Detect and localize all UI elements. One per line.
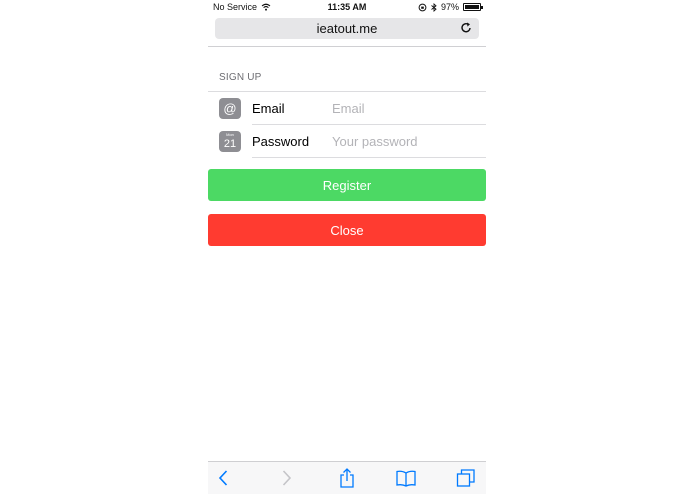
register-button[interactable]: Register [208, 169, 486, 201]
tabs-icon[interactable] [456, 468, 476, 488]
status-bar: No Service 11:35 AM 97% [208, 0, 486, 15]
bluetooth-icon [431, 2, 437, 12]
back-icon[interactable] [214, 468, 234, 488]
calendar-icon: Mon 21 [219, 131, 241, 152]
close-button[interactable]: Close [208, 214, 486, 246]
forward-icon[interactable] [276, 468, 296, 488]
address-bar[interactable]: ieatout.me [215, 18, 479, 39]
section-title: SIGN UP [219, 72, 262, 83]
calendar-icon-day: 21 [223, 138, 237, 150]
status-right: 97% [418, 2, 483, 12]
phone-screen: No Service 11:35 AM 97% ieatout.me SIGN … [208, 0, 486, 494]
email-field[interactable] [332, 98, 480, 118]
at-sign-glyph: @ [223, 101, 237, 116]
at-sign-icon: @ [219, 98, 241, 119]
password-row: Mon 21 Password [208, 125, 486, 157]
password-label: Password [252, 134, 310, 149]
url-text: ieatout.me [316, 21, 378, 36]
section-divider-bottom [252, 157, 486, 158]
password-field[interactable] [332, 131, 480, 151]
address-bar-divider [208, 46, 486, 47]
bookmarks-icon[interactable] [396, 468, 416, 488]
browser-toolbar [208, 461, 486, 494]
share-icon[interactable] [337, 468, 357, 488]
email-row: @ Email [208, 92, 486, 124]
email-label: Email [252, 101, 285, 116]
battery-icon [463, 3, 483, 11]
battery-percent: 97% [440, 2, 459, 12]
reload-icon[interactable] [459, 21, 473, 35]
orientation-lock-icon [418, 3, 427, 11]
battery-fill [465, 5, 479, 9]
